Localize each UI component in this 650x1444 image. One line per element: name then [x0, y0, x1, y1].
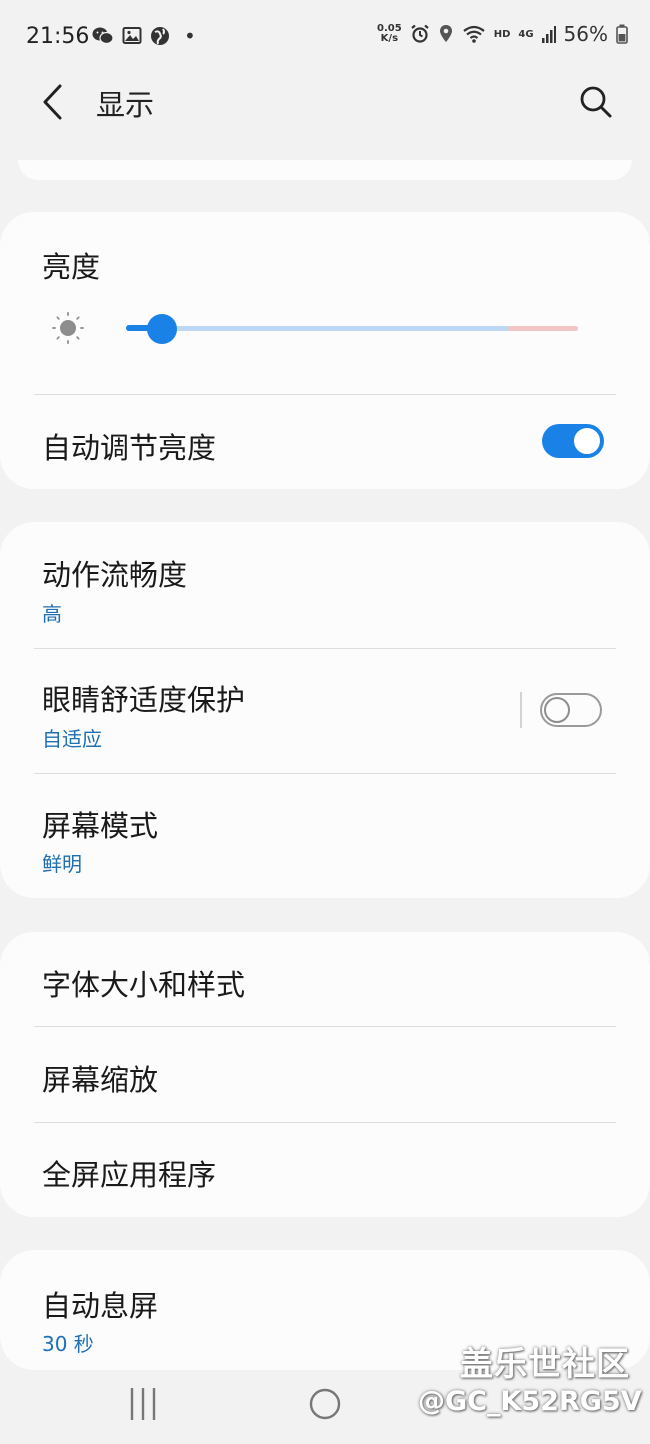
watermark-user: @GC_K52RG5V: [418, 1386, 642, 1417]
toggle-knob: [544, 697, 570, 723]
motion-smoothness-title[interactable]: 动作流畅度: [42, 552, 187, 594]
previous-card-edge: [18, 160, 632, 180]
battery-icon: [616, 24, 628, 44]
back-button[interactable]: [36, 80, 76, 124]
eye-comfort-value: 自适应: [42, 727, 102, 751]
more-notifications-dot: •: [184, 24, 196, 48]
font-size-style-item[interactable]: 字体大小和样式: [42, 962, 245, 1004]
browser-icon: [151, 27, 169, 45]
gallery-icon: [122, 27, 142, 44]
chevron-left-icon: [43, 84, 62, 120]
eye-comfort-toggle[interactable]: [540, 693, 602, 727]
toggle-knob: [572, 426, 602, 456]
search-button[interactable]: [574, 80, 618, 124]
divider: [34, 648, 616, 649]
divider: [34, 773, 616, 774]
screen-timeout-value: 30 秒: [42, 1332, 94, 1356]
alarm-icon: [410, 24, 429, 43]
watermark-community: 盖乐世社区: [460, 1344, 630, 1383]
screen-timeout-title[interactable]: 自动息屏: [42, 1283, 158, 1325]
auto-brightness-label[interactable]: 自动调节亮度: [42, 425, 216, 467]
search-icon: [580, 86, 612, 118]
recents-icon: [130, 1388, 156, 1420]
toggle-separator: [520, 692, 522, 728]
full-screen-apps-item[interactable]: 全屏应用程序: [42, 1152, 216, 1194]
screen-mode-title[interactable]: 屏幕模式: [42, 803, 158, 845]
motion-smoothness-value: 高: [42, 602, 62, 626]
brightness-title: 亮度: [42, 250, 101, 284]
brightness-sun-icon: [52, 312, 84, 344]
eye-comfort-title[interactable]: 眼睛舒适度保护: [42, 677, 245, 719]
network-type: 4G: [518, 28, 534, 40]
recent-apps-button[interactable]: [128, 1388, 158, 1420]
battery-percent: 56%: [563, 22, 608, 46]
home-circle-icon: [309, 1388, 341, 1420]
hd-label: HD: [493, 28, 511, 40]
location-icon: [439, 25, 452, 42]
screen-mode-value: 鲜明: [42, 852, 82, 876]
net-speed-unit: K/s: [380, 33, 399, 44]
signal-icon: [541, 26, 556, 43]
status-time: 21:56: [26, 24, 90, 49]
brightness-slider-high-zone: [508, 326, 578, 331]
home-button[interactable]: [309, 1388, 341, 1420]
brightness-slider-handle[interactable]: [147, 314, 178, 344]
divider: [34, 1026, 616, 1027]
wifi-icon: [463, 25, 485, 43]
divider: [34, 1122, 616, 1123]
net-speed: 0.05 K/s: [377, 24, 402, 44]
divider: [34, 394, 616, 395]
notification-icons: •: [92, 24, 196, 48]
wechat-icon: [92, 27, 114, 45]
screen-zoom-item[interactable]: 屏幕缩放: [42, 1057, 158, 1099]
system-status-icons: 0.05 K/s HD 4G 56%: [377, 22, 628, 46]
auto-brightness-toggle[interactable]: [542, 424, 604, 458]
page-title: 显示: [96, 88, 155, 122]
